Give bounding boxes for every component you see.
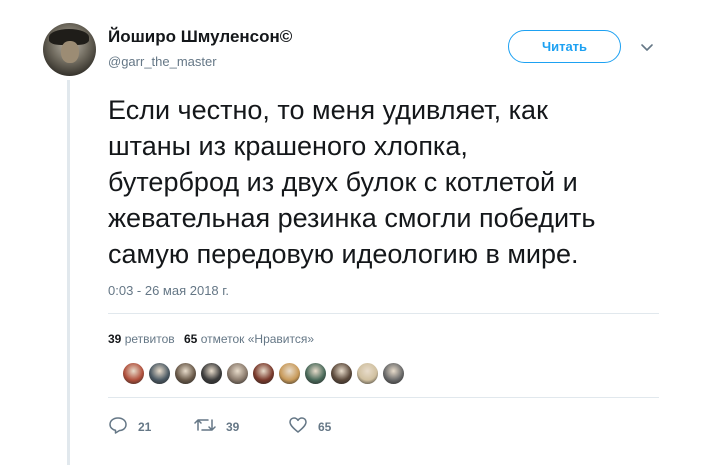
liker-avatar[interactable] [252,362,275,385]
retweet-button[interactable]: 39 [194,416,239,437]
follow-button[interactable]: Читать [508,30,621,63]
liker-avatar[interactable] [382,362,405,385]
user-name[interactable]: Йоширо Шмуленсон© [108,27,292,47]
liker-avatar[interactable] [148,362,171,385]
like-button[interactable]: 65 [288,416,331,437]
chevron-down-icon[interactable] [640,40,654,58]
reply-count: 21 [138,419,152,434]
liker-avatar[interactable] [122,362,145,385]
avatar[interactable] [43,23,96,76]
retweet-count: 39 [226,419,240,434]
liker-avatar[interactable] [278,362,301,385]
user-handle[interactable]: @garr_the_master [108,54,217,69]
divider [108,313,659,314]
liker-avatar[interactable] [226,362,249,385]
like-count: 65 [318,419,332,434]
retweets-count: 39 [108,332,122,346]
likes-stat[interactable]: 65 отметок «Нравится» [184,332,314,346]
tweet-stats: 39 ретвитов 65 отметок «Нравится» [108,332,314,346]
reply-icon [108,416,128,437]
liker-avatars [122,362,405,385]
likes-count: 65 [183,332,198,346]
tweet-text: Если честно, то меня удивляет, как штаны… [108,95,596,269]
avatar-face [61,41,79,63]
liker-avatar[interactable] [356,362,379,385]
likes-label: отметок «Нравится» [200,332,315,346]
reply-button[interactable]: 21 [108,416,151,437]
thread-line [67,80,70,465]
timestamp[interactable]: 0:03 - 26 мая 2018 г. [108,283,229,298]
liker-avatar[interactable] [330,362,353,385]
liker-avatar[interactable] [304,362,327,385]
divider [108,397,659,398]
retweets-stat[interactable]: 39 ретвитов [108,332,178,346]
liker-avatar[interactable] [200,362,223,385]
liker-avatar[interactable] [174,362,197,385]
retweet-icon [194,416,216,437]
retweets-label: ретвитов [124,332,175,346]
heart-icon [288,416,308,437]
